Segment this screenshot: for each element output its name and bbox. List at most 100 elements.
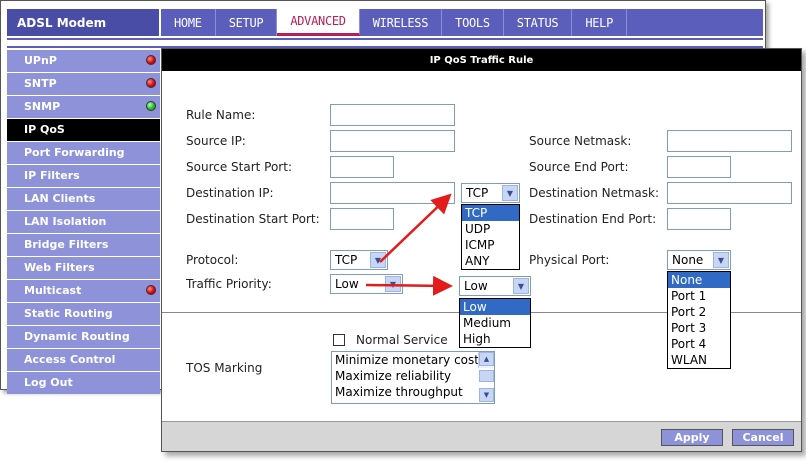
tab-setup[interactable]: SETUP — [216, 9, 278, 36]
tos-option[interactable]: Maximize throughput — [332, 384, 494, 400]
tab-status[interactable]: STATUS — [504, 9, 573, 36]
sidebar-item-label: IP QoS — [24, 123, 65, 136]
destination-netmask-input[interactable] — [667, 182, 792, 204]
protocol-callout-value: TCP — [466, 186, 489, 200]
apply-button[interactable]: Apply — [661, 429, 723, 446]
sidebar-item-snmp[interactable]: SNMP — [7, 96, 160, 118]
sidebar-item-log-out[interactable]: Log Out — [7, 372, 160, 394]
tab-home[interactable]: HOME — [161, 9, 216, 36]
sidebar-item-label: Access Control — [24, 353, 116, 366]
destination-start-port-label: Destination Start Port: — [186, 212, 320, 226]
sidebar-item-multicast[interactable]: Multicast — [7, 280, 160, 302]
chevron-down-icon[interactable]: ▼ — [502, 185, 518, 201]
chevron-down-icon[interactable]: ▼ — [713, 252, 729, 268]
tos-option[interactable]: Minimize monetary cost — [332, 352, 494, 368]
priority-option[interactable]: High — [460, 331, 530, 347]
sidebar-item-upnp[interactable]: UPnP — [7, 50, 160, 72]
priority-option[interactable]: Medium — [460, 315, 530, 331]
priority-callout-select[interactable]: Low ▼ — [459, 276, 531, 296]
tos-option[interactable]: Maximize reliability — [332, 368, 494, 384]
chevron-down-icon[interactable]: ▼ — [370, 252, 386, 268]
sidebar-item-sntp[interactable]: SNTP — [7, 73, 160, 95]
sidebar-item-label: SNMP — [24, 100, 61, 113]
scroll-down-icon[interactable]: ▼ — [479, 388, 494, 402]
sidebar-item-ip-qos[interactable]: IP QoS — [7, 119, 160, 141]
destination-end-port-input[interactable] — [667, 208, 731, 230]
source-start-port-label: Source Start Port: — [186, 160, 292, 174]
physical-port-option[interactable]: Port 2 — [668, 304, 730, 320]
physical-port-option[interactable]: None — [668, 272, 730, 288]
priority-options-list: Low Medium High — [459, 298, 531, 348]
protocol-select[interactable]: TCP ▼ — [330, 250, 388, 270]
sidebar-item-web-filters[interactable]: Web Filters — [7, 257, 160, 279]
sidebar-item-bridge-filters[interactable]: Bridge Filters — [7, 234, 160, 256]
status-dot-red-icon — [146, 285, 156, 295]
tab-wireless[interactable]: WIRELESS — [360, 9, 443, 36]
chevron-down-icon[interactable]: ▼ — [385, 276, 401, 292]
destination-netmask-label: Destination Netmask: — [529, 186, 660, 200]
source-end-port-label: Source End Port: — [529, 160, 629, 174]
priority-callout-value: Low — [464, 279, 488, 293]
sidebar-item-lan-clients[interactable]: LAN Clients — [7, 188, 160, 210]
tos-scrollbar[interactable]: ▲ ▼ — [478, 352, 494, 402]
protocol-option[interactable]: UDP — [462, 221, 519, 237]
sidebar-item-label: Dynamic Routing — [24, 330, 130, 343]
sidebar-item-label: SNTP — [24, 77, 57, 90]
physical-port-option[interactable]: WLAN — [668, 352, 730, 368]
tos-marking-label: TOS Marking — [186, 361, 263, 375]
chevron-down-icon[interactable]: ▼ — [513, 278, 529, 294]
physical-port-option[interactable]: Port 3 — [668, 320, 730, 336]
rule-name-input[interactable] — [330, 104, 455, 126]
protocol-label: Protocol: — [186, 253, 239, 267]
source-netmask-input[interactable] — [667, 130, 792, 152]
traffic-priority-label: Traffic Priority: — [186, 277, 272, 291]
physical-port-select[interactable]: None ▼ — [667, 250, 731, 270]
source-netmask-label: Source Netmask: — [529, 134, 632, 148]
scroll-up-icon[interactable]: ▲ — [479, 352, 494, 366]
source-ip-input[interactable] — [330, 130, 455, 152]
physical-port-label: Physical Port: — [529, 253, 610, 267]
normal-service-checkbox[interactable] — [333, 334, 345, 346]
protocol-options-list: TCP UDP ICMP ANY — [461, 204, 520, 270]
source-ip-label: Source IP: — [186, 134, 246, 148]
scroll-thumb[interactable] — [479, 370, 494, 382]
normal-service-label: Normal Service — [356, 333, 448, 347]
protocol-option[interactable]: ANY — [462, 253, 519, 269]
traffic-priority-select[interactable]: Low ▼ — [330, 274, 403, 294]
sidebar-item-static-routing[interactable]: Static Routing — [7, 303, 160, 325]
cancel-button[interactable]: Cancel — [732, 429, 794, 446]
sidebar-item-label: Bridge Filters — [24, 238, 109, 251]
sidebar-item-port-forwarding[interactable]: Port Forwarding — [7, 142, 160, 164]
physical-port-option[interactable]: Port 1 — [668, 288, 730, 304]
sidebar-item-label: Multicast — [24, 284, 82, 297]
brand-title: ADSL Modem — [7, 9, 159, 36]
physical-port-option[interactable]: Port 4 — [668, 336, 730, 352]
destination-ip-input[interactable] — [330, 182, 455, 204]
sidebar-item-lan-isolation[interactable]: LAN Isolation — [7, 211, 160, 233]
sidebar-item-ip-filters[interactable]: IP Filters — [7, 165, 160, 187]
protocol-option[interactable]: ICMP — [462, 237, 519, 253]
form-title: IP QoS Traffic Rule — [162, 49, 801, 71]
destination-start-port-input[interactable] — [330, 208, 394, 230]
destination-ip-label: Destination IP: — [186, 186, 274, 200]
destination-end-port-label: Destination End Port: — [529, 212, 657, 226]
source-start-port-input[interactable] — [330, 156, 394, 178]
physical-port-selected-value: None — [672, 253, 704, 267]
protocol-callout-select[interactable]: TCP ▼ — [461, 183, 520, 203]
protocol-option[interactable]: TCP — [462, 205, 519, 221]
sidebar-item-dynamic-routing[interactable]: Dynamic Routing — [7, 326, 160, 348]
sidebar-item-label: UPnP — [24, 54, 57, 67]
tab-advanced[interactable]: ADVANCED — [277, 9, 360, 36]
tab-tools[interactable]: TOOLS — [442, 9, 504, 36]
sidebar-item-label: Port Forwarding — [24, 146, 125, 159]
sidebar-item-access-control[interactable]: Access Control — [7, 349, 160, 371]
sidebar-item-label: Static Routing — [24, 307, 113, 320]
source-end-port-input[interactable] — [667, 156, 731, 178]
top-navigation: HOME SETUP ADVANCED WIRELESS TOOLS STATU… — [161, 9, 763, 36]
rule-name-label: Rule Name: — [186, 108, 256, 122]
sidebar-item-label: Web Filters — [24, 261, 95, 274]
sidebar-item-label: IP Filters — [24, 169, 80, 182]
tos-marking-listbox[interactable]: Minimize monetary cost Maximize reliabil… — [331, 351, 495, 404]
priority-option[interactable]: Low — [460, 299, 530, 315]
tab-help[interactable]: HELP — [572, 9, 628, 36]
